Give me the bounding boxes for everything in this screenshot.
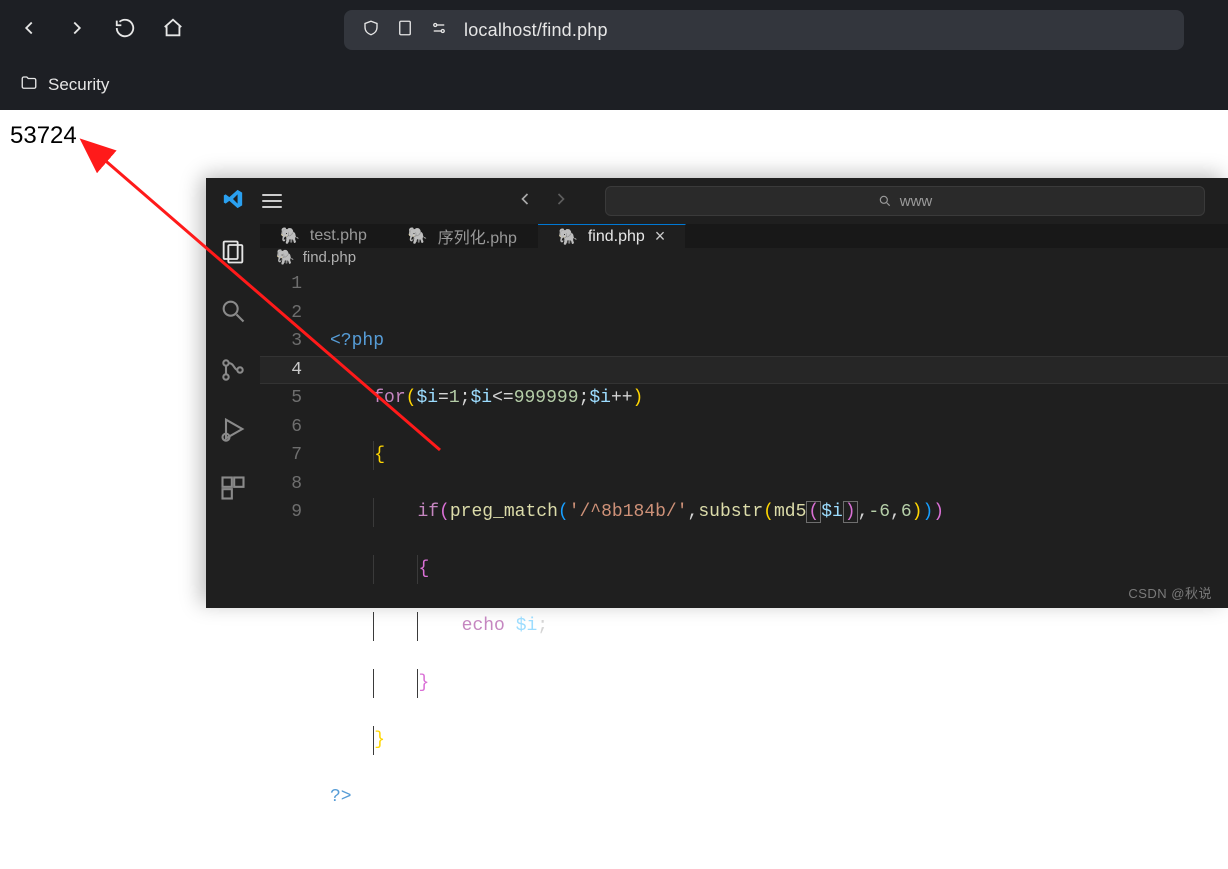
php-close-tag: ?>	[330, 787, 352, 807]
shield-icon	[362, 19, 380, 42]
activity-bar	[206, 224, 260, 608]
address-bar[interactable]: localhost/find.php	[344, 10, 1184, 50]
url-text: localhost/find.php	[464, 20, 608, 41]
tab-label: find.php	[588, 228, 645, 246]
line-number-gutter: 1 2 3 4 5 6 7 8 9	[260, 266, 330, 869]
source-control-icon[interactable]	[219, 356, 247, 389]
fn-pregmatch: preg_match	[450, 502, 558, 522]
vscode-nav	[515, 189, 571, 214]
php-open-tag: <?php	[330, 331, 384, 351]
back-icon[interactable]	[18, 17, 40, 44]
line-number: 4	[260, 356, 302, 385]
settings-icon	[430, 19, 448, 42]
vs-back-icon[interactable]	[515, 189, 535, 214]
line-number: 9	[260, 498, 302, 527]
run-debug-icon[interactable]	[219, 415, 247, 448]
home-icon[interactable]	[162, 17, 184, 44]
editor-area: 🐘 test.php 🐘 序列化.php 🐘 find.php × 🐘 find…	[260, 224, 1228, 608]
line-number: 5	[260, 384, 302, 413]
line-number: 6	[260, 413, 302, 442]
kw-echo: echo	[462, 616, 505, 636]
vscode-titlebar: www	[206, 178, 1228, 224]
editor-tabs: 🐘 test.php 🐘 序列化.php 🐘 find.php ×	[260, 224, 1228, 248]
close-icon[interactable]: ×	[655, 226, 666, 247]
line-number: 3	[260, 327, 302, 356]
code-block: 1 2 3 4 5 6 7 8 9 <?php for($i=1;$i<=999…	[260, 266, 1228, 869]
reload-icon[interactable]	[114, 17, 136, 44]
folder-icon	[20, 74, 38, 97]
line-number: 2	[260, 299, 302, 328]
explorer-icon[interactable]	[219, 238, 247, 271]
breadcrumb[interactable]: 🐘 find.php	[260, 248, 1228, 266]
browser-nav-icons	[18, 17, 184, 44]
vscode-search[interactable]: www	[605, 186, 1205, 216]
output-value: 53724	[10, 122, 77, 149]
vscode-logo-icon	[222, 188, 244, 215]
search-icon[interactable]	[219, 297, 247, 330]
page-body: 53724	[0, 110, 1228, 162]
browser-toolbar: localhost/find.php	[0, 0, 1228, 60]
tab-serialize-php[interactable]: 🐘 序列化.php	[388, 224, 538, 248]
line-number: 8	[260, 470, 302, 499]
php-icon: 🐘	[276, 248, 295, 266]
vscode-window: www 🐘 test.php	[206, 178, 1228, 608]
str-regex: '/^8b184b/'	[569, 502, 688, 522]
tab-find-php[interactable]: 🐘 find.php ×	[538, 224, 686, 248]
vs-forward-icon[interactable]	[551, 189, 571, 214]
kw-if: if	[417, 502, 439, 522]
tab-label: test.php	[310, 227, 367, 245]
code-content[interactable]: <?php for($i=1;$i<=999999;$i++) { if(pre…	[330, 266, 1228, 869]
page-icon	[396, 19, 414, 42]
menu-button[interactable]	[262, 194, 282, 208]
tab-label: 序列化.php	[438, 224, 517, 248]
var-i: $i	[416, 388, 438, 408]
kw-for: for	[373, 388, 405, 408]
tab-test-php[interactable]: 🐘 test.php	[260, 224, 388, 248]
line-number: 1	[260, 270, 302, 299]
breadcrumb-file: find.php	[303, 249, 356, 266]
php-icon: 🐘	[408, 226, 428, 246]
vscode-search-text: www	[900, 193, 933, 210]
watermark: CSDN @秋说	[1128, 583, 1212, 602]
bookmark-bar: Security	[0, 60, 1228, 110]
line-number: 7	[260, 441, 302, 470]
forward-icon[interactable]	[66, 17, 88, 44]
bookmark-security[interactable]: Security	[48, 75, 109, 95]
extensions-icon[interactable]	[219, 474, 247, 507]
php-icon: 🐘	[280, 226, 300, 246]
php-icon: 🐘	[558, 227, 578, 247]
